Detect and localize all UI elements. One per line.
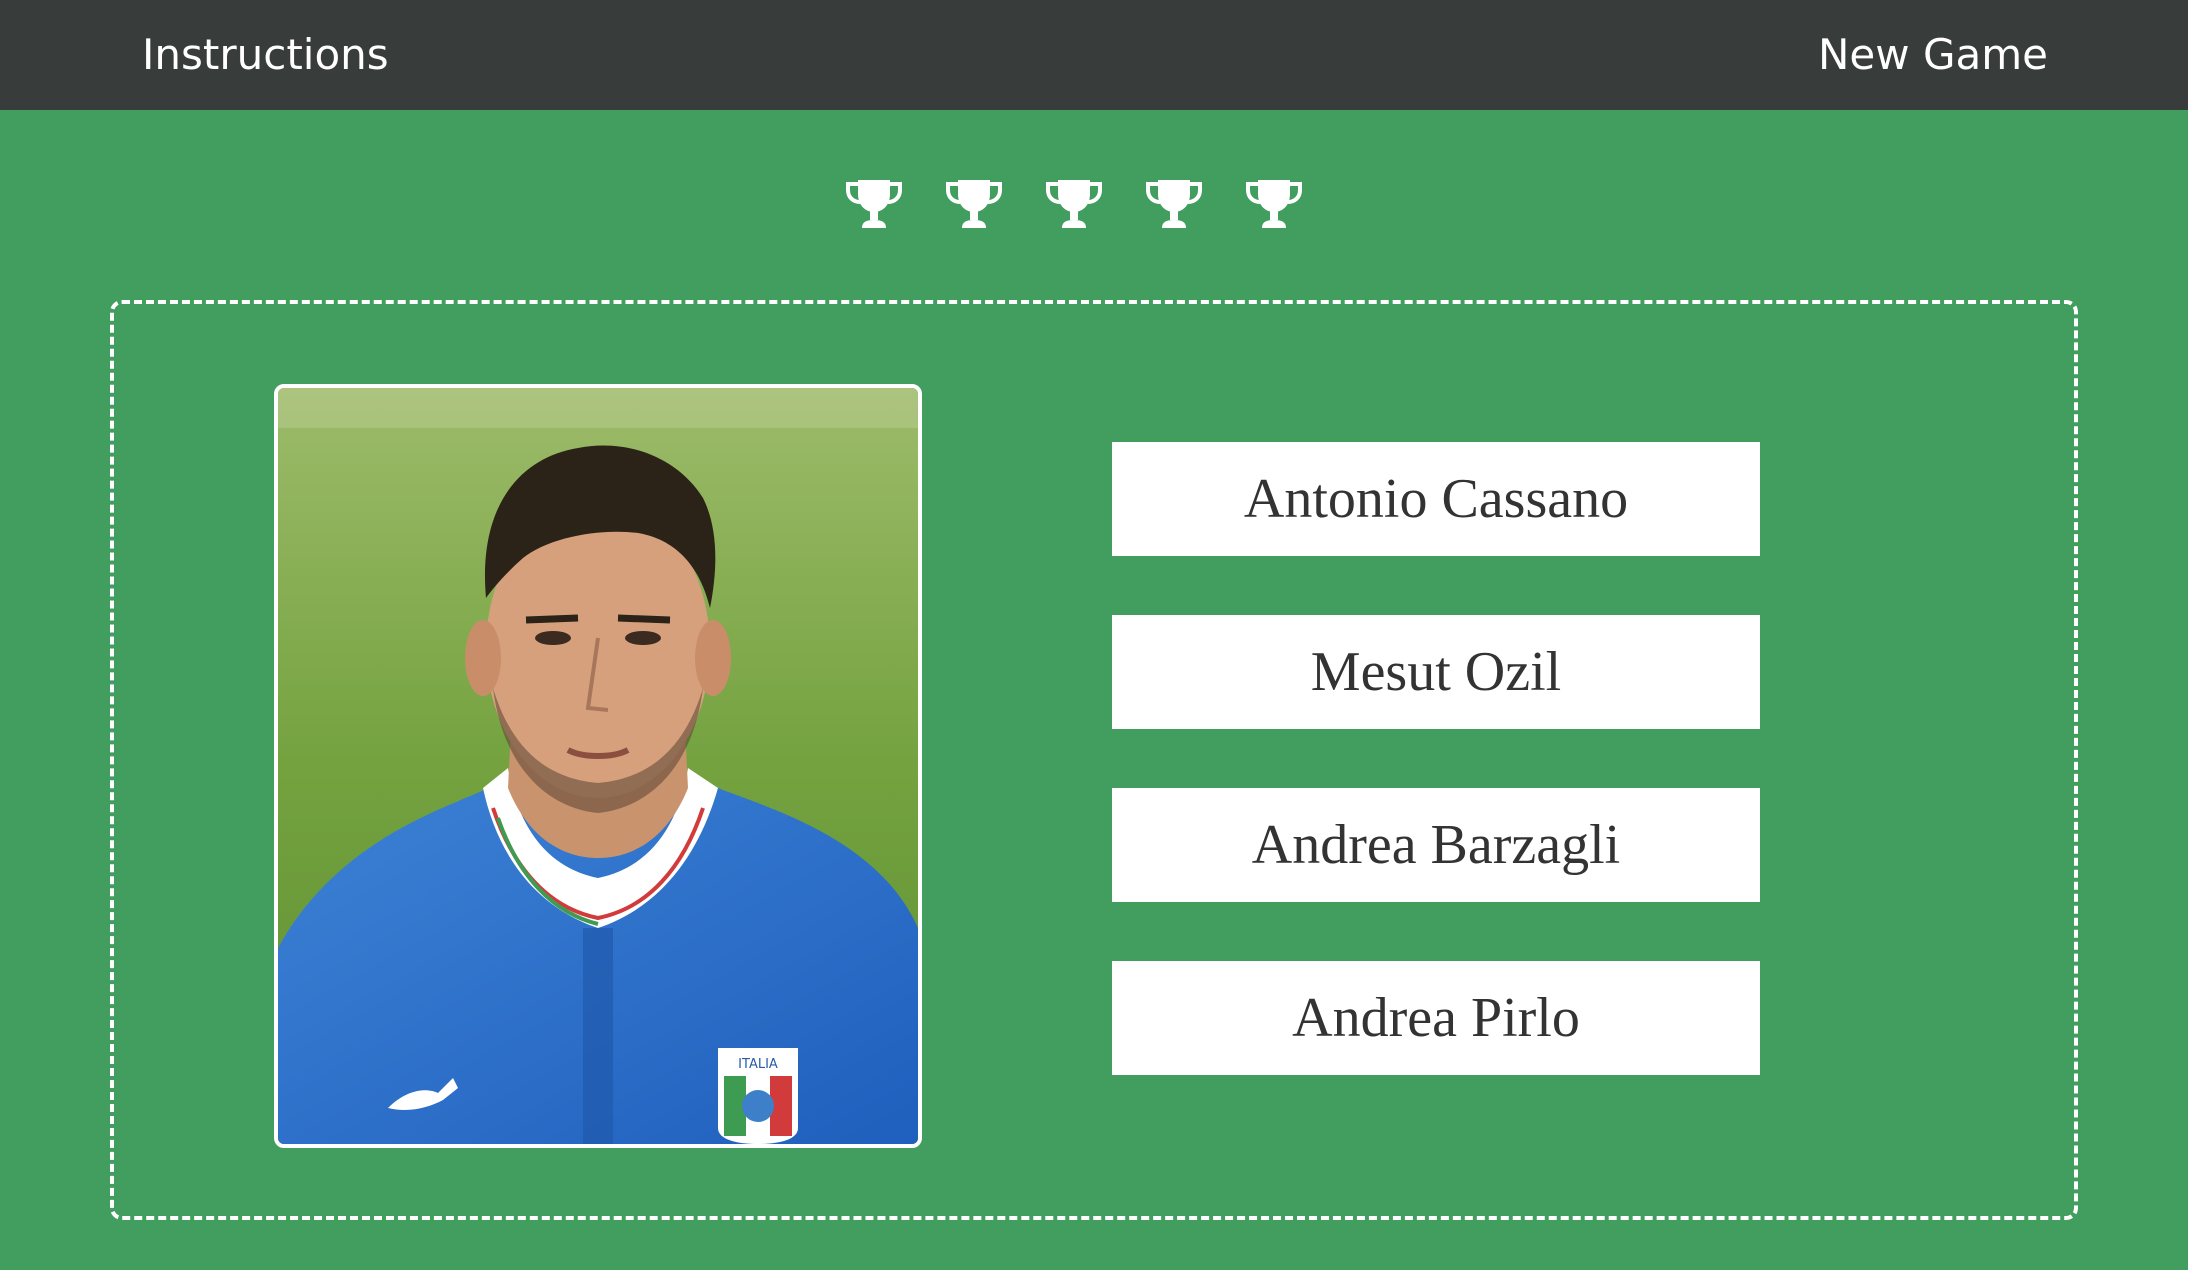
top-nav-bar: Instructions New Game: [0, 0, 2188, 110]
answer-option-2[interactable]: Mesut Ozil: [1112, 615, 1760, 729]
trophy-icon: [846, 180, 902, 228]
trophy-icon: [1046, 180, 1102, 228]
trophy-icon: [1246, 180, 1302, 228]
player-portrait-image: ITALIA: [278, 388, 918, 1144]
instructions-link[interactable]: Instructions: [142, 20, 389, 90]
trophy-icon: [1146, 180, 1202, 228]
answer-option-1[interactable]: Antonio Cassano: [1112, 442, 1760, 556]
answer-options: Antonio Cassano Mesut Ozil Andrea Barzag…: [1112, 442, 1760, 1134]
trophy-icon: [946, 180, 1002, 228]
trophy-score-row: [844, 174, 1324, 238]
svg-text:ITALIA: ITALIA: [738, 1057, 778, 1072]
answer-option-4[interactable]: Andrea Pirlo: [1112, 961, 1760, 1075]
answer-option-3[interactable]: Andrea Barzagli: [1112, 788, 1760, 902]
player-photo: ITALIA: [274, 384, 922, 1148]
new-game-link[interactable]: New Game: [1818, 20, 2048, 90]
italia-badge: ITALIA: [718, 1048, 798, 1144]
